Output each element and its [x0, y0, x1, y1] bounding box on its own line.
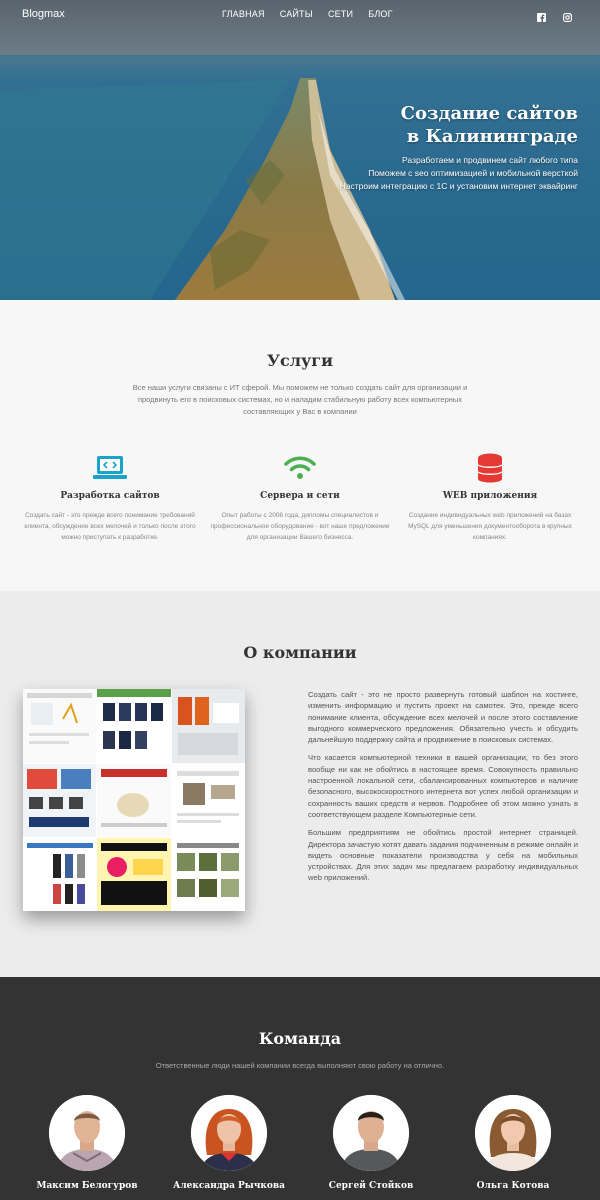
instagram-icon[interactable]: [563, 9, 572, 22]
brand-logo[interactable]: Blogmax: [22, 8, 65, 20]
avatar: [49, 1095, 125, 1171]
team-member: Сергей Стойков: [301, 1095, 441, 1191]
service-servers-networks: Сервера и сети Опыт работы с 2008 года, …: [205, 453, 395, 543]
service-description: Опыт работы с 2008 года, дипломы специал…: [210, 512, 390, 541]
hero-section: Blogmax ГЛАВНАЯ САЙТЫ СЕТИ БЛОГ Создание…: [0, 0, 600, 300]
service-name: Разработка сайтов: [60, 491, 160, 501]
team-member: Ольга Котова: [443, 1095, 583, 1191]
hero-text: Создание сайтов в Калининграде Разработа…: [340, 102, 578, 193]
about-paragraph-3: Большим предприятиям не обойтись простой…: [308, 828, 578, 883]
member-name: Максим Белогуров: [36, 1181, 138, 1191]
facebook-icon[interactable]: [537, 9, 546, 22]
service-description: Создание индивидуальных web приложений н…: [408, 512, 572, 541]
hero-title: Создание сайтов в Калининграде: [340, 102, 578, 148]
hero-subtitle-line-2: Поможем с seo оптимизацией и мобильной в…: [368, 168, 578, 178]
service-web-apps: WEB приложения Создание индивидуальных w…: [395, 453, 585, 543]
hero-title-line-2: в Калининграде: [406, 126, 578, 147]
member-name: Александра Рычкова: [172, 1181, 286, 1191]
member-name: Сергей Стойков: [328, 1181, 414, 1191]
hero-subtitle-line-3: Настроим интеграцию с 1С и установим инт…: [339, 181, 578, 191]
laptop-code-icon: [15, 453, 205, 483]
database-icon: [395, 453, 585, 483]
services-title: Услуги: [267, 351, 333, 370]
main-menu: ГЛАВНАЯ САЙТЫ СЕТИ БЛОГ: [222, 9, 393, 19]
about-paragraph-1: Создать сайт - это не просто развернуть …: [308, 690, 578, 745]
team-member: Максим Белогуров: [17, 1095, 157, 1191]
service-name: Сервера и сети: [260, 491, 340, 501]
services-section: Услуги Все наши услуги связаны с ИТ сфер…: [0, 300, 600, 591]
top-navigation: Blogmax ГЛАВНАЯ САЙТЫ СЕТИ БЛОГ: [0, 0, 600, 28]
portfolio-collage-image: [23, 689, 245, 911]
about-title: О компании: [243, 643, 357, 662]
wifi-icon: [205, 453, 395, 483]
service-web-development: Разработка сайтов Создать сайт - это пре…: [15, 453, 205, 543]
about-text: Создать сайт - это не просто развернуть …: [308, 689, 578, 891]
menu-item-networks[interactable]: СЕТИ: [328, 9, 353, 19]
about-section: О компании Создать сайт - это не просто …: [0, 591, 600, 977]
hero-subtitle: Разработаем и продвинем сайт любого типа…: [340, 154, 578, 193]
services-intro: Все наши услуги связаны с ИТ сферой. Мы …: [132, 383, 468, 416]
service-description: Создать сайт - это прежде всего понимани…: [24, 512, 196, 541]
avatar: [475, 1095, 551, 1171]
about-paragraph-2: Что касается компьютерной техники в ваше…: [308, 753, 578, 819]
team-section: Команда Ответственные люди нашей компани…: [0, 977, 600, 1200]
social-links: [537, 9, 572, 22]
menu-item-blog[interactable]: БЛОГ: [368, 9, 393, 19]
service-name: WEB приложения: [442, 491, 538, 501]
hero-title-line-1: Создание сайтов: [400, 103, 578, 124]
team-member: Александра Рычкова: [159, 1095, 299, 1191]
avatar: [333, 1095, 409, 1171]
team-title: Команда: [258, 1029, 342, 1048]
team-intro: Ответственные люди нашей компании всегда…: [155, 1061, 445, 1070]
member-name: Ольга Котова: [476, 1181, 550, 1191]
menu-item-home[interactable]: ГЛАВНАЯ: [222, 9, 265, 19]
avatar: [191, 1095, 267, 1171]
menu-item-sites[interactable]: САЙТЫ: [280, 9, 313, 19]
hero-subtitle-line-1: Разработаем и продвинем сайт любого типа: [402, 155, 578, 165]
